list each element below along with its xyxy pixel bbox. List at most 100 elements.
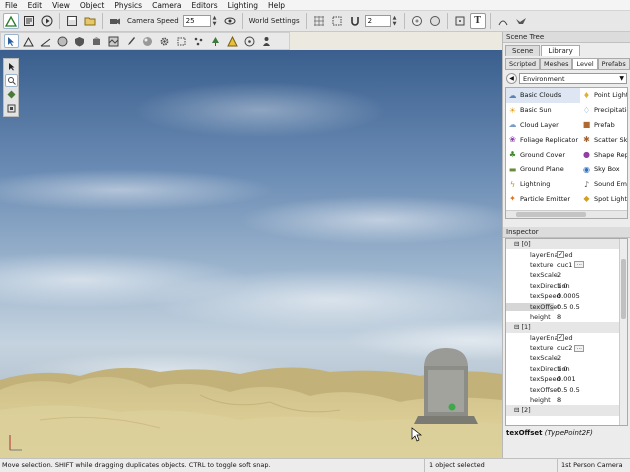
library-item[interactable]: ▬ Ground Plane [506,162,580,177]
field-value[interactable]: 8 [554,396,627,404]
inspector-vscrollbar[interactable] [619,239,627,425]
inspector-group-row[interactable]: ⊟ [1] [506,322,627,333]
bounds-icon[interactable] [452,13,468,29]
tree-icon[interactable] [208,34,223,48]
field-value[interactable]: 8 [554,313,627,321]
snap-size-input[interactable]: 2 [364,15,391,27]
camera-icon[interactable] [107,13,123,29]
editor-mode-icon[interactable] [3,13,19,29]
collapse-icon[interactable]: ⊟ [514,240,522,248]
paint-bucket-icon[interactable] [89,34,104,48]
field-value[interactable]: ✓ [554,251,627,259]
field-value[interactable]: 2 [554,271,627,279]
field-value[interactable]: 0.5 0.5 [554,303,627,311]
environment-dropdown[interactable]: Environment ▼ [519,73,627,84]
library-item[interactable]: ● Shape Rep [580,147,627,162]
library-item[interactable]: ☁ Basic Clouds [506,88,580,103]
menu-item-file[interactable]: File [0,1,23,10]
library-item[interactable]: ❀ Foliage Replicator [506,132,580,147]
play-icon[interactable] [39,13,55,29]
gear-icon[interactable] [157,34,172,48]
library-item[interactable]: ☁ Cloud Layer [506,118,580,133]
terrain-brush-icon[interactable] [495,13,511,29]
zoom-icon[interactable] [409,13,425,29]
library-item[interactable]: ♢Precipitation [580,103,627,118]
scrollbar-thumb[interactable] [621,259,626,319]
arrow-select-icon[interactable] [5,60,18,73]
tab-library[interactable]: Library [541,45,580,56]
field-value[interactable]: 2 [554,354,627,362]
scale-tool-icon[interactable] [5,102,18,115]
bird-icon[interactable] [513,13,529,29]
library-item[interactable]: ■ Prefab [580,118,627,133]
library-item[interactable]: ♣ Ground Cover [506,147,580,162]
browse-button[interactable]: … [574,261,585,269]
world-settings-label[interactable]: World Settings [247,17,302,25]
subtab-scripted[interactable]: Scripted [505,58,540,70]
snap-magnet-icon[interactable] [347,13,363,29]
subtab-prefabs[interactable]: Prefabs [597,58,630,70]
snap-size-spinner[interactable]: ▲ ▼ [393,15,400,27]
library-item[interactable]: ☀ Basic Sun [506,103,580,118]
camera-speed-spinner[interactable]: ▲ ▼ [213,15,220,27]
collapse-icon[interactable]: ⊟ [514,323,522,331]
scene-viewport[interactable] [0,50,502,458]
move-tool-icon[interactable] [4,74,18,87]
text-icon[interactable]: T [469,13,486,29]
library-item[interactable]: ♪ Sound Emit [580,177,627,192]
tab-scene[interactable]: Scene [505,45,541,56]
texture-icon[interactable] [106,34,121,48]
inspector-group-row[interactable]: ⊟ [2] [506,405,627,416]
save-icon[interactable] [64,13,80,29]
visibility-eye-icon[interactable] [222,13,238,29]
library-item[interactable]: ◉ Sky Box [580,162,627,177]
library-item[interactable]: ◆ Spot Light [580,192,627,207]
collapse-icon[interactable]: ⊟ [514,406,522,414]
field-value[interactable]: ✓ [554,334,627,342]
checkbox[interactable]: ✓ [557,251,564,259]
menu-item-object[interactable]: Object [75,1,109,10]
field-value[interactable]: 1 0 [554,282,627,290]
menu-item-camera[interactable]: Camera [147,1,186,10]
library-hscrollbar[interactable] [506,210,627,218]
player-icon[interactable] [259,34,274,48]
field-value[interactable]: 0.0005 [554,292,627,300]
grid-snap-icon[interactable] [311,13,327,29]
menu-item-view[interactable]: View [47,1,75,10]
menu-item-physics[interactable]: Physics [109,1,147,10]
object-snap-icon[interactable] [329,13,345,29]
library-item[interactable]: ✱ Scatter Sk [580,132,627,147]
scatter-tool-icon[interactable] [191,34,206,48]
inspector-group-row[interactable]: ⊟ [0] [506,239,627,250]
menu-item-editors[interactable]: Editors [187,1,223,10]
field-value[interactable]: cuc1… [554,261,627,269]
field-value[interactable]: 1 0 [554,365,627,373]
shield-icon[interactable] [72,34,87,48]
center-icon[interactable] [427,13,443,29]
back-arrow-icon[interactable]: ◀ [506,73,517,84]
library-item[interactable]: ϟ Lightning [506,177,580,192]
library-item[interactable]: ♦ Point Light [580,88,627,103]
subtab-level[interactable]: Level [572,58,598,70]
camera-speed-input[interactable]: 25 [182,15,211,27]
smooth-icon[interactable] [140,34,155,48]
checkbox[interactable]: ✓ [557,334,564,342]
field-value[interactable]: 0.001 [554,375,627,383]
subtab-meshes[interactable]: Meshes [539,58,573,70]
vehicle-icon[interactable] [242,34,257,48]
warning-icon[interactable] [225,34,240,48]
browse-button[interactable]: … [574,344,585,352]
select-tool-icon[interactable] [4,34,19,48]
library-item[interactable]: ✦ Particle Emitter [506,192,580,207]
menu-item-help[interactable]: Help [263,1,290,10]
transform-icon[interactable] [174,34,189,48]
menu-item-lighting[interactable]: Lighting [223,1,263,10]
brush-icon[interactable] [123,34,138,48]
terrain-slope-icon[interactable] [38,34,53,48]
menu-item-edit[interactable]: Edit [23,1,48,10]
rotate-tool-icon[interactable] [5,88,18,101]
scrollbar-thumb[interactable] [516,212,586,217]
sphere-icon[interactable] [55,34,70,48]
gui-editor-icon[interactable] [21,13,37,29]
terrain-triangle-icon[interactable] [21,34,36,48]
